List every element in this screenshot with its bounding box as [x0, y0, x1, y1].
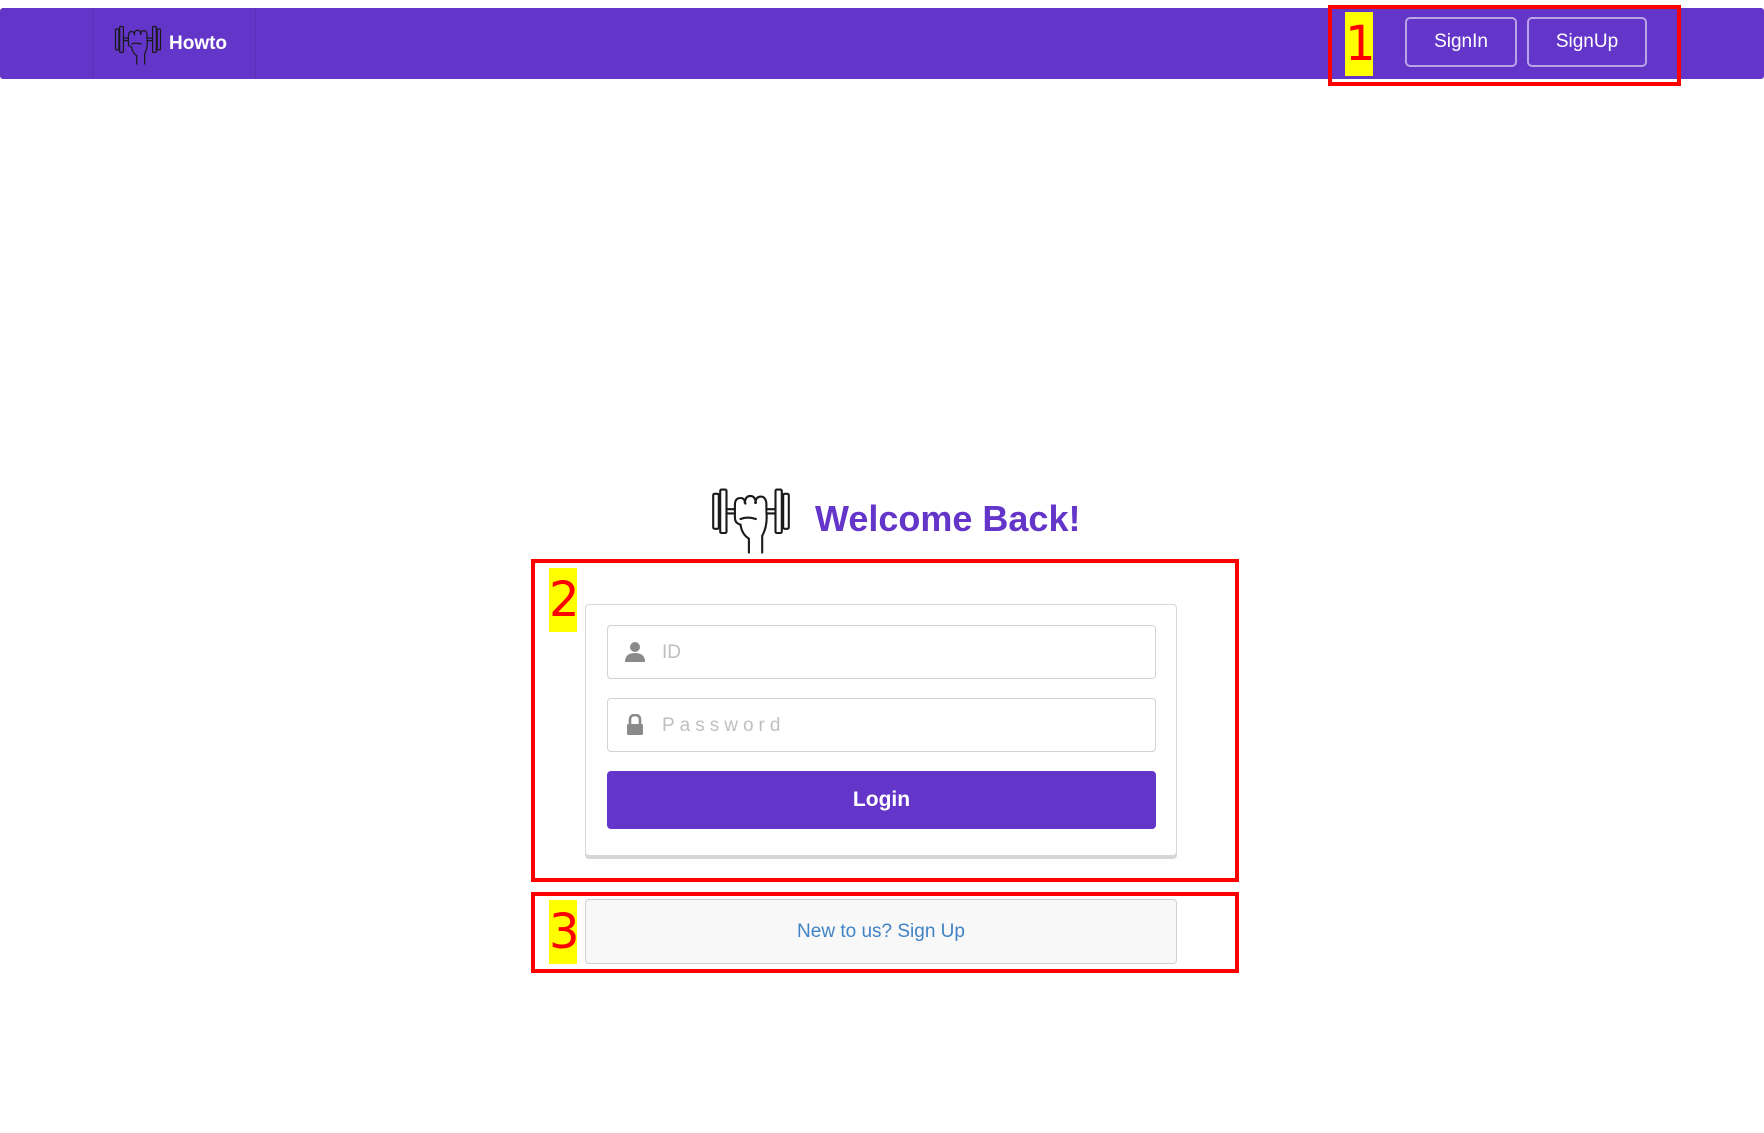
welcome-heading: Welcome Back! — [709, 484, 1080, 554]
annotation-box-1 — [1328, 5, 1681, 86]
annotation-label-2: 2 — [549, 568, 580, 632]
dumbbell-fist-icon — [709, 484, 793, 554]
page-title: Welcome Back! — [815, 498, 1081, 539]
annotation-box-2 — [531, 559, 1239, 882]
brand-name: Howto — [169, 32, 228, 54]
annotation-label-3: 3 — [549, 900, 580, 964]
dumbbell-fist-icon — [113, 23, 163, 65]
annotation-box-3 — [531, 892, 1239, 973]
annotation-label-1: 1 — [1345, 12, 1376, 76]
brand-home-link[interactable]: Howto — [92, 8, 256, 79]
